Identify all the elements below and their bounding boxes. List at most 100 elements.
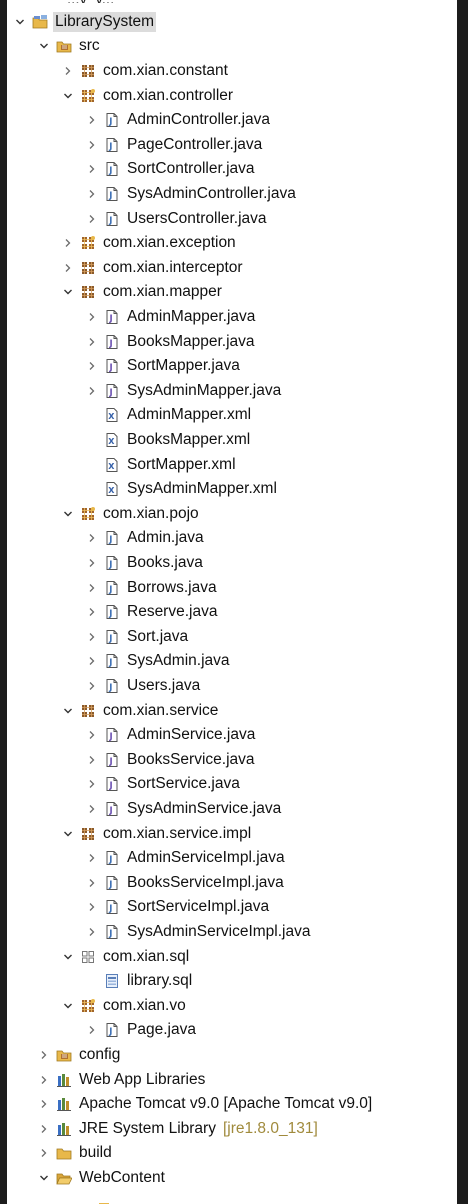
- chevron-down-icon[interactable]: [62, 508, 74, 520]
- tree-item-label: SysAdminServiceImpl.java: [127, 922, 311, 940]
- chevron-right-icon[interactable]: [62, 262, 74, 274]
- tree-item[interactable]: X SysAdminMapper.xml: [7, 477, 457, 502]
- chevron-right-icon[interactable]: [86, 557, 98, 569]
- tree-item[interactable]: J SysAdminMapper.java: [7, 379, 457, 404]
- tree-item[interactable]: J Sort.java: [7, 625, 457, 650]
- tree-item[interactable]: J AdminMapper.java: [7, 305, 457, 330]
- tree-item[interactable]: J AdminServiceImpl.java: [7, 846, 457, 871]
- tree-item[interactable]: X AdminMapper.xml: [7, 403, 457, 428]
- tree-item[interactable]: build: [7, 1141, 457, 1166]
- tree-item[interactable]: com.xian.service.impl: [7, 821, 457, 846]
- tree-item[interactable]: X BooksMapper.xml: [7, 428, 457, 453]
- chevron-down-icon[interactable]: [62, 951, 74, 963]
- chevron-right-icon[interactable]: [86, 213, 98, 225]
- tree-item[interactable]: Apache Tomcat v9.0 [Apache Tomcat v9.0]: [7, 1092, 457, 1117]
- chevron-right-icon[interactable]: [86, 901, 98, 913]
- tree-item[interactable]: WebContent: [7, 1166, 457, 1191]
- tree-item[interactable]: J PageController.java: [7, 133, 457, 158]
- chevron-right-icon[interactable]: [86, 532, 98, 544]
- chevron-right-icon[interactable]: [86, 360, 98, 372]
- tree-item[interactable]: com.xian.interceptor: [7, 256, 457, 281]
- tree-item[interactable]: J Page.java: [7, 1018, 457, 1043]
- tree-item[interactable]: J SysAdminServiceImpl.java: [7, 920, 457, 945]
- tree-item[interactable]: library.sql: [7, 969, 457, 994]
- tree-item[interactable]: J UsersController.java: [7, 206, 457, 231]
- chevron-right-icon[interactable]: [38, 1123, 50, 1135]
- chevron-right-icon[interactable]: [86, 311, 98, 323]
- chevron-right-icon[interactable]: [86, 163, 98, 175]
- tree-item[interactable]: LibrarySystem: [7, 10, 457, 35]
- tree-item[interactable]: src: [7, 34, 457, 59]
- tree-item[interactable]: J SysAdminService.java: [7, 797, 457, 822]
- tree-item[interactable]: com.xian.sql: [7, 944, 457, 969]
- chevron-down-icon[interactable]: [62, 705, 74, 717]
- chevron-right-icon[interactable]: [86, 877, 98, 889]
- chevron-right-icon[interactable]: [86, 582, 98, 594]
- tree-item-label: SysAdminMapper.xml: [127, 480, 277, 498]
- tree-item[interactable]: J Users.java: [7, 674, 457, 699]
- chevron-right-icon[interactable]: [86, 385, 98, 397]
- tree-item[interactable]: J Reserve.java: [7, 600, 457, 625]
- tree-item[interactable]: J Admin.java: [7, 526, 457, 551]
- tree-item[interactable]: com.xian.service: [7, 698, 457, 723]
- chevron-right-icon[interactable]: [86, 729, 98, 741]
- chevron-down-icon[interactable]: [62, 90, 74, 102]
- tree-item[interactable]: com.xian.exception: [7, 231, 457, 256]
- tree-item[interactable]: JRE System Library [jre1.8.0_131]: [7, 1117, 457, 1142]
- chevron-right-icon[interactable]: [86, 778, 98, 790]
- tree-item[interactable]: J BooksMapper.java: [7, 329, 457, 354]
- chevron-down-icon[interactable]: [38, 40, 50, 52]
- tree-item[interactable]: com.xian.pojo: [7, 502, 457, 527]
- chevron-down-icon[interactable]: [62, 1000, 74, 1012]
- chevron-right-icon[interactable]: [86, 606, 98, 618]
- chevron-down-icon[interactable]: [62, 828, 74, 840]
- java-class-icon: J: [104, 850, 120, 866]
- chevron-right-icon[interactable]: [86, 754, 98, 766]
- chevron-right-icon[interactable]: [86, 114, 98, 126]
- tree-item[interactable]: J AdminController.java: [7, 108, 457, 133]
- chevron-down-icon[interactable]: [38, 1172, 50, 1184]
- tree-item[interactable]: J SortMapper.java: [7, 354, 457, 379]
- chevron-right-icon[interactable]: [38, 1147, 50, 1159]
- chevron-right-icon[interactable]: [62, 65, 74, 77]
- tree-item[interactable]: X SortMapper.xml: [7, 452, 457, 477]
- chevron-right-icon[interactable]: [86, 1024, 98, 1036]
- chevron-right-icon[interactable]: [62, 237, 74, 249]
- chevron-right-icon[interactable]: [86, 188, 98, 200]
- chevron-right-icon[interactable]: [38, 1049, 50, 1061]
- chevron-down-icon[interactable]: [14, 16, 26, 28]
- chevron-right-icon[interactable]: [86, 655, 98, 667]
- chevron-right-icon[interactable]: [38, 1098, 50, 1110]
- tree-item[interactable]: com.xian.controller: [7, 83, 457, 108]
- tree-item[interactable]: J BooksService.java: [7, 748, 457, 773]
- chevron-right-icon[interactable]: [86, 926, 98, 938]
- chevron-right-icon[interactable]: [86, 803, 98, 815]
- tree-item[interactable]: Web App Libraries: [7, 1067, 457, 1092]
- tree-item[interactable]: J SortService.java: [7, 772, 457, 797]
- chevron-down-icon[interactable]: [62, 286, 74, 298]
- tree-item-decoration: [jre1.8.0_131]: [222, 1119, 318, 1137]
- chevron-right-icon[interactable]: [86, 336, 98, 348]
- chevron-right-icon[interactable]: [86, 680, 98, 692]
- chevron-right-icon[interactable]: [86, 139, 98, 151]
- tree-item[interactable]: com.xian.vo: [7, 994, 457, 1019]
- tree-item[interactable]: J Books.java: [7, 551, 457, 576]
- tree-item[interactable]: J SortServiceImpl.java: [7, 895, 457, 920]
- tree-item[interactable]: J BooksServiceImpl.java: [7, 871, 457, 896]
- tree-item[interactable]: J AdminService.java: [7, 723, 457, 748]
- tree-item[interactable]: com.xian.constant: [7, 59, 457, 84]
- chevron-right-icon[interactable]: [38, 1074, 50, 1086]
- chevron-right-icon[interactable]: [86, 852, 98, 864]
- svg-text:J: J: [108, 216, 112, 226]
- tree-item[interactable]: J Borrows.java: [7, 575, 457, 600]
- tree-item[interactable]: J SysAdmin.java: [7, 649, 457, 674]
- tree-item[interactable]: J SysAdminController.java: [7, 182, 457, 207]
- package-open-icon: [80, 88, 96, 104]
- chevron-right-icon[interactable]: [86, 631, 98, 643]
- tree-item-label: SortService.java: [127, 775, 240, 793]
- tree-item[interactable]: config: [7, 1043, 457, 1068]
- svg-text:J: J: [109, 781, 113, 791]
- tree-item[interactable]: com.xian.mapper: [7, 280, 457, 305]
- svg-text:X: X: [108, 437, 115, 446]
- tree-item[interactable]: J SortController.java: [7, 157, 457, 182]
